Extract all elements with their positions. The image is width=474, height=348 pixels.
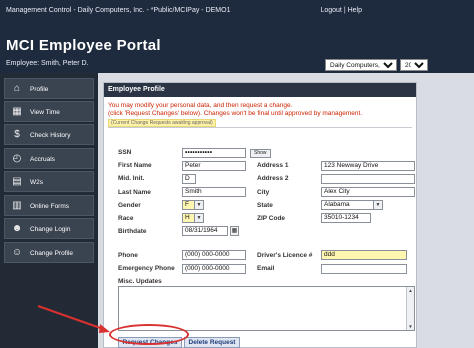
email-label: Email: [257, 265, 275, 272]
sidebar-item-label: View Time: [30, 109, 60, 116]
state-value: Alabama: [324, 201, 350, 208]
ssn-field[interactable]: •••••••••••: [182, 148, 246, 158]
scroll-up-icon[interactable]: ▲: [407, 287, 414, 294]
link-separator: |: [343, 7, 346, 14]
breadcrumb: Management Control - Daily Computers, In…: [6, 7, 231, 14]
gender-value: F: [185, 201, 189, 208]
race-select[interactable]: H ▼: [182, 213, 204, 223]
panel-heading: Employee Profile: [104, 83, 416, 97]
last-name-label: Last Name: [118, 189, 151, 196]
show-ssn-button[interactable]: Show: [250, 149, 271, 158]
sidebar-item-view-time[interactable]: ▦ View Time: [4, 101, 94, 122]
user-settings-icon: ☺: [11, 247, 23, 258]
first-name-field[interactable]: Peter: [182, 161, 246, 171]
user-icon: ☻: [11, 223, 23, 234]
year-select[interactable]: 2014: [400, 59, 428, 71]
annotation-highlight-oval: [109, 324, 189, 345]
main-content: Employee Profile You may modify your per…: [98, 73, 474, 348]
sidebar-item-w2s[interactable]: ▤ W2s: [4, 171, 94, 192]
address2-label: Address 2: [257, 175, 289, 182]
sidebar-item-label: Check History: [30, 132, 71, 139]
calendar-icon: ▦: [12, 106, 22, 117]
instruction-line-1: You may modify your personal data, and t…: [108, 102, 293, 109]
sidebar-item-label: W2s: [30, 179, 43, 186]
emergency-phone-field[interactable]: (000) 000-0000: [182, 264, 246, 274]
state-label: State: [257, 202, 273, 209]
misc-updates-label: Misc. Updates: [118, 278, 162, 285]
mid-init-label: Mid. Init.: [118, 175, 145, 182]
employee-name: Employee: Smith, Peter D.: [6, 60, 89, 67]
last-name-field[interactable]: Smith: [182, 187, 246, 197]
top-bar: Management Control - Daily Computers, In…: [0, 0, 474, 22]
scroll-down-icon[interactable]: ▼: [407, 323, 414, 330]
sidebar-item-label: Profile: [30, 86, 49, 93]
portal-title: MCI Employee Portal: [6, 37, 161, 54]
city-field[interactable]: Alex City: [321, 187, 415, 197]
sidebar-item-label: Change Login: [30, 226, 71, 233]
ssn-label: SSN: [118, 149, 132, 156]
top-links: Logout | Help: [320, 7, 362, 14]
mid-init-field[interactable]: D: [182, 174, 196, 184]
sidebar-item-change-profile[interactable]: ☺ Change Profile: [4, 242, 94, 263]
textarea-scrollbar[interactable]: ▲ ▼: [406, 287, 414, 330]
address2-field[interactable]: [321, 174, 415, 184]
money-bag-icon: $: [14, 129, 20, 140]
sidebar: ⌂ Profile ▦ View Time $ Check History ◴ …: [0, 73, 98, 348]
company-select[interactable]: Daily Computers, Inc.: [325, 59, 397, 71]
birthdate-label: Birthdate: [118, 228, 147, 235]
address1-field[interactable]: 123 Newway Drive: [321, 161, 415, 171]
sidebar-item-change-login[interactable]: ☻ Change Login: [4, 218, 94, 239]
forms-icon: ▥: [12, 200, 22, 211]
pending-requests-note: (Current Change Requests awaiting approv…: [108, 119, 216, 127]
divider: [108, 127, 412, 128]
state-select[interactable]: Alabama ▼: [321, 200, 383, 210]
logout-link[interactable]: Logout: [320, 7, 341, 14]
employee-profile-panel: Employee Profile You may modify your per…: [103, 82, 417, 348]
drivers-licence-label: Driver's Licence #: [257, 252, 313, 259]
race-value: H: [185, 214, 190, 221]
sidebar-item-label: Change Profile: [30, 250, 73, 257]
sidebar-item-online-forms[interactable]: ▥ Online Forms: [4, 195, 94, 216]
document-icon: ▤: [12, 176, 22, 187]
address1-label: Address 1: [257, 162, 289, 169]
chevron-down-icon: ▼: [194, 201, 203, 209]
chevron-down-icon: ▼: [194, 214, 203, 222]
sidebar-item-label: Accruals: [30, 156, 55, 163]
city-label: City: [257, 189, 270, 196]
portal-header: MCI Employee Portal Employee: Smith, Pet…: [0, 22, 474, 73]
first-name-label: First Name: [118, 162, 152, 169]
sidebar-item-profile[interactable]: ⌂ Profile: [4, 78, 94, 99]
phone-field[interactable]: (000) 000-0000: [182, 250, 246, 260]
sidebar-item-label: Online Forms: [30, 203, 70, 210]
calendar-picker-icon[interactable]: ▦: [230, 226, 239, 236]
birthdate-field[interactable]: 08/31/1964: [182, 226, 228, 236]
chevron-down-icon: ▼: [373, 201, 382, 209]
gender-select[interactable]: F ▼: [182, 200, 204, 210]
home-icon: ⌂: [13, 83, 21, 94]
help-link[interactable]: Help: [348, 7, 362, 14]
race-label: Race: [118, 215, 134, 222]
clock-icon: ◴: [12, 153, 22, 164]
emergency-phone-label: Emergency Phone: [118, 265, 175, 272]
gender-label: Gender: [118, 202, 141, 209]
phone-label: Phone: [118, 252, 138, 259]
zip-field[interactable]: 35010-1234: [321, 213, 371, 223]
drivers-licence-field[interactable]: ddd: [321, 250, 407, 260]
zip-label: ZIP Code: [257, 215, 286, 222]
delete-request-button[interactable]: Delete Request: [184, 337, 240, 348]
instruction-line-2: (click 'Request Changes' below). Changes…: [108, 110, 363, 117]
sidebar-item-accruals[interactable]: ◴ Accruals: [4, 148, 94, 169]
email-field[interactable]: [321, 264, 407, 274]
sidebar-item-check-history[interactable]: $ Check History: [4, 124, 94, 145]
